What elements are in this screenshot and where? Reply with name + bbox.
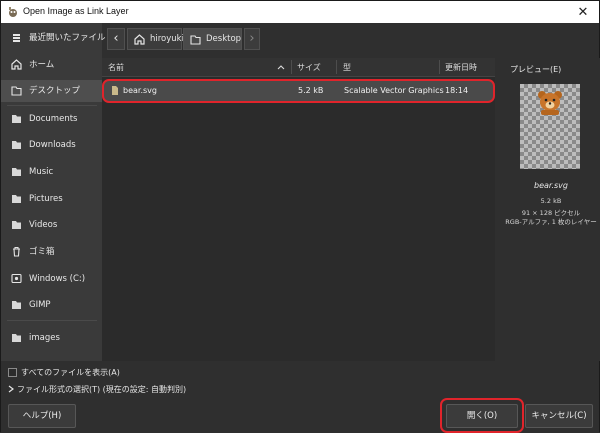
path-crumb-hiroyuki[interactable]: hiroyuki <box>127 28 184 50</box>
column-type[interactable]: 型 <box>343 62 351 73</box>
preview-mode: RGB-アルファ, 1 枚のレイヤー <box>505 218 597 226</box>
sidebar-item-label: Documents <box>29 114 78 124</box>
sidebar-item-label: Windows (C:) <box>29 274 86 284</box>
crumb-label: hiroyuki <box>150 34 184 44</box>
path-forward-button[interactable]: › <box>244 28 260 50</box>
column-size[interactable]: サイズ <box>297 62 321 73</box>
sidebar-item-desktop[interactable]: デスクトップ <box>1 80 102 102</box>
close-icon[interactable]: ✕ <box>573 2 593 22</box>
places-sidebar: 最近開いたファイル ホーム デスクトップ Documents Downloads… <box>1 23 106 361</box>
title-bar: Open Image as Link Layer ✕ <box>1 1 599 23</box>
folder-icon <box>12 115 21 123</box>
sidebar-item-trash[interactable]: ゴミ箱 <box>1 241 102 263</box>
dialog-footer: すべてのファイルを表示(A) ファイル形式の選択(T) (現在の設定: 自動判別… <box>1 361 599 433</box>
crumb-label: Desktop <box>206 34 242 44</box>
path-back-button[interactable]: ‹ <box>107 28 125 50</box>
sidebar-item-label: ホーム <box>29 60 55 70</box>
sidebar-item-pictures[interactable]: Pictures <box>1 188 102 210</box>
show-all-files-label[interactable]: すべてのファイルを表示(A) <box>21 367 120 378</box>
window-title: Open Image as Link Layer <box>23 6 129 16</box>
sidebar-item-label: Videos <box>29 220 58 230</box>
preview-thumbnail <box>520 84 580 169</box>
sidebar-item-videos[interactable]: Videos <box>1 214 102 236</box>
open-highlight-outline <box>440 398 524 433</box>
file-list: 名前 サイズ 型 更新日時 bear.svg 5.2 kB Scalable V… <box>102 58 495 361</box>
sidebar-divider <box>7 105 97 106</box>
column-modified[interactable]: 更新日時 <box>445 62 477 73</box>
sidebar-item-label: デスクトップ <box>29 86 81 96</box>
folder-icon <box>190 35 201 45</box>
recent-icon <box>13 34 20 42</box>
folder-icon <box>12 141 21 149</box>
preview-label: プレビュー(E) <box>510 65 562 74</box>
bear-image <box>538 91 562 115</box>
chevron-left-icon: ‹ <box>113 31 119 46</box>
sidebar-item-windows-c[interactable]: Windows (C:) <box>1 268 102 290</box>
sidebar-item-label: ゴミ箱 <box>29 247 55 257</box>
gimp-icon <box>9 7 17 17</box>
help-button-label: ヘルプ(H) <box>22 411 62 421</box>
sidebar-item-home[interactable]: ホーム <box>1 54 102 76</box>
preview-filename: bear.svg <box>534 181 568 190</box>
folder-icon <box>12 221 21 229</box>
column-divider <box>291 60 292 74</box>
sidebar-item-label: images <box>29 333 60 343</box>
sidebar-item-label: 最近開いたファイル <box>29 33 106 43</box>
preview-panel: プレビュー(E) bear.svg 5.2 kB 91 × 128 ピクセル R… <box>501 58 600 361</box>
sidebar-item-label: Music <box>29 167 54 177</box>
column-divider <box>336 60 337 74</box>
sidebar-item-documents[interactable]: Documents <box>1 108 102 130</box>
folder-icon <box>12 195 21 203</box>
column-divider <box>439 60 440 74</box>
sidebar-item-music[interactable]: Music <box>1 161 102 183</box>
file-type-expander[interactable]: ファイル形式の選択(T) (現在の設定: 自動判別) <box>17 384 186 395</box>
sidebar-item-recent[interactable]: 最近開いたファイル <box>1 27 106 49</box>
home-icon <box>11 59 22 70</box>
sort-ascending-icon <box>277 65 285 70</box>
sidebar-divider <box>7 320 97 321</box>
folder-icon <box>12 301 21 309</box>
row-highlight-outline <box>102 79 495 103</box>
cancel-button-label: キャンセル(C) <box>531 411 587 421</box>
path-crumb-desktop[interactable]: Desktop <box>183 28 242 50</box>
preview-size: 5.2 kB <box>540 197 562 205</box>
help-button[interactable]: ヘルプ(H) <box>8 404 76 428</box>
sidebar-item-label: GIMP <box>29 300 51 310</box>
column-name[interactable]: 名前 <box>108 62 124 73</box>
sidebar-item-downloads[interactable]: Downloads <box>1 134 102 156</box>
sidebar-item-label: Pictures <box>29 194 63 204</box>
folder-icon <box>12 168 21 176</box>
sidebar-item-label: Downloads <box>29 140 76 150</box>
home-icon <box>134 34 145 45</box>
folder-icon <box>12 334 21 342</box>
sidebar-item-gimp[interactable]: GIMP <box>1 294 102 316</box>
drive-icon <box>11 273 22 284</box>
file-list-header: 名前 サイズ 型 更新日時 <box>102 58 495 77</box>
folder-icon <box>11 86 22 96</box>
chevron-right-icon: › <box>249 31 255 46</box>
dialog-window: Open Image as Link Layer ✕ 最近開いたファイル ホーム… <box>0 0 600 433</box>
chevron-right-icon[interactable] <box>8 385 14 393</box>
cancel-button[interactable]: キャンセル(C) <box>525 404 593 428</box>
sidebar-item-images[interactable]: images <box>1 327 102 349</box>
show-all-files-checkbox[interactable] <box>8 368 17 377</box>
trash-icon <box>13 246 20 257</box>
